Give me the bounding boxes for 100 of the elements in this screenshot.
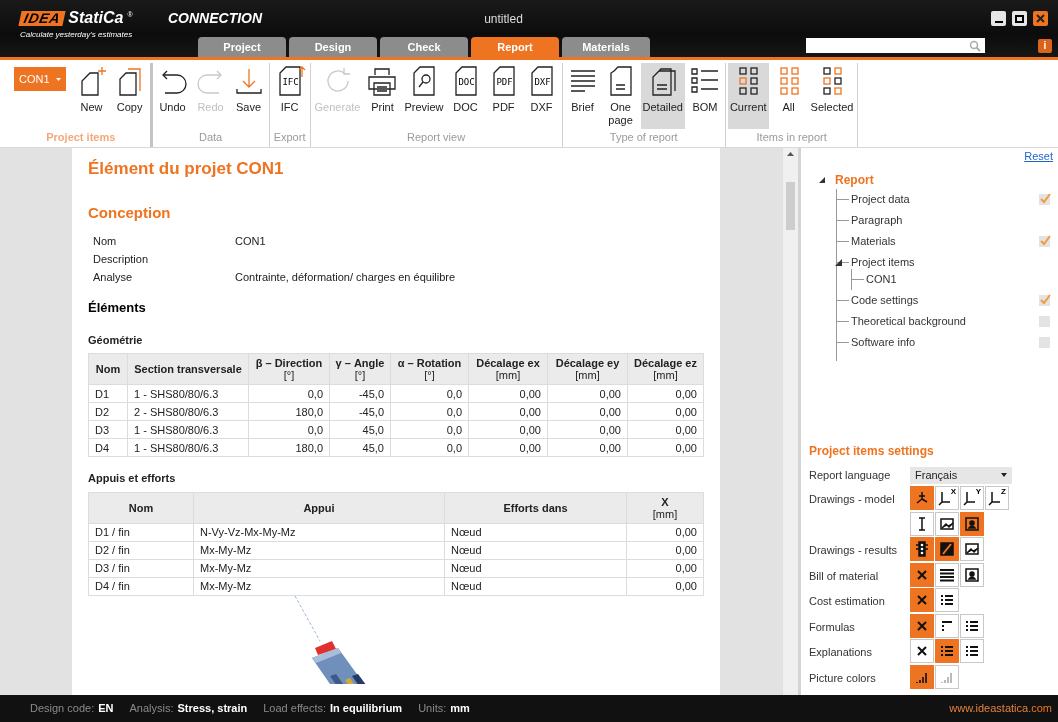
- portrait-icon: [964, 515, 980, 532]
- option-button[interactable]: [910, 537, 934, 562]
- model-view-icon: [914, 490, 930, 507]
- checkbox[interactable]: [1039, 336, 1050, 348]
- ribbon-button[interactable]: Print: [364, 63, 401, 114]
- table-cell: 0,00: [626, 559, 704, 577]
- table-cell: 1 - SHS80/80/6.3: [127, 384, 249, 403]
- section-heading: Conception: [88, 202, 172, 223]
- group-label: Project items: [45, 129, 117, 145]
- ribbon-button[interactable]: Brief: [564, 63, 601, 114]
- table-cell: 2 - SHS80/80/6.3: [127, 402, 249, 421]
- product-name: CONNECTION: [168, 9, 263, 28]
- ribbon-button[interactable]: New: [73, 63, 110, 114]
- ribbon-button[interactable]: Detailed: [640, 63, 685, 129]
- table-cell: Nœud: [444, 523, 627, 541]
- table-cell: 1 - SHS80/80/6.3: [127, 438, 249, 457]
- checkbox[interactable]: [1039, 315, 1050, 327]
- table-cell: -45,0: [329, 402, 391, 421]
- tree-item[interactable]: Project data: [851, 190, 910, 208]
- table-cell: 0,00: [468, 438, 548, 457]
- ribbon-button[interactable]: IFC IFC: [271, 63, 308, 114]
- search-field[interactable]: [806, 38, 985, 53]
- table-cell: D2: [88, 402, 128, 421]
- option-button[interactable]: [910, 486, 934, 511]
- setting-label: Picture colors: [809, 671, 876, 684]
- ribbon-button[interactable]: Undo: [154, 63, 191, 114]
- status-value: In equilibrium: [330, 701, 403, 717]
- setting-label: Cost estimation: [809, 595, 885, 608]
- minimize-button[interactable]: [991, 11, 1006, 26]
- group-label: Items in report: [755, 130, 828, 145]
- option-button[interactable]: [960, 639, 984, 664]
- image-icon: [939, 515, 955, 532]
- tagline: Calculate yesterday's estimates: [20, 29, 134, 41]
- scrollbar[interactable]: [782, 148, 798, 695]
- setting-label: Drawings - model: [809, 493, 895, 506]
- option-button[interactable]: [960, 537, 984, 562]
- ribbon-button[interactable]: DOC DOC: [447, 63, 484, 114]
- tree-item[interactable]: Paragraph: [851, 211, 903, 229]
- scroll-up-icon[interactable]: [787, 152, 794, 156]
- expand-triangle-icon[interactable]: [819, 176, 825, 183]
- checkbox[interactable]: [1039, 294, 1050, 306]
- option-button[interactable]: [910, 588, 934, 613]
- option-button[interactable]: [960, 562, 984, 587]
- language-dropdown[interactable]: Français: [910, 466, 1012, 484]
- tree-item[interactable]: Software info: [851, 333, 916, 351]
- table-cell: 180,0: [248, 402, 330, 421]
- table-cell: 0,00: [626, 541, 704, 559]
- reset-link[interactable]: Reset: [1024, 148, 1053, 165]
- option-button[interactable]: [935, 613, 959, 638]
- close-button[interactable]: [1033, 11, 1048, 26]
- checkbox[interactable]: [1039, 235, 1050, 247]
- table-cell: 0,00: [547, 438, 628, 457]
- option-button[interactable]: [935, 639, 959, 664]
- website-link[interactable]: www.ideastatica.com: [949, 700, 1052, 717]
- option-button[interactable]: [935, 511, 959, 536]
- option-button[interactable]: [910, 613, 934, 638]
- option-button[interactable]: [910, 639, 934, 664]
- option-button[interactable]: [935, 562, 959, 587]
- table-cell: N-Vy-Vz-Mx-My-Mz: [193, 523, 445, 541]
- table-cell: 0,0: [390, 438, 469, 457]
- setting-label: Explanations: [809, 646, 872, 659]
- ribbon-button[interactable]: PDF PDF: [485, 63, 522, 114]
- table-cell: -45,0: [329, 384, 391, 403]
- logo-name: StatiCa: [68, 10, 124, 26]
- info-button[interactable]: i: [1038, 39, 1052, 53]
- table-cell: 0,00: [626, 523, 704, 541]
- ribbon-button[interactable]: Save: [230, 63, 267, 114]
- property-label: Analyse: [93, 269, 134, 285]
- scroll-thumb[interactable]: [786, 182, 795, 230]
- column-header: Efforts dans: [444, 492, 627, 523]
- status-label: Design code:: [30, 701, 95, 717]
- option-button[interactable]: [960, 511, 984, 536]
- table-cell: 0,0: [390, 420, 469, 439]
- tree-item[interactable]: Theoretical background: [851, 312, 966, 330]
- option-button[interactable]: [910, 562, 934, 587]
- ribbon-button[interactable]: Current: [727, 63, 769, 129]
- tree-item[interactable]: Project items: [851, 253, 915, 271]
- ribbon-button[interactable]: Selected: [808, 63, 856, 114]
- option-button[interactable]: [935, 537, 959, 562]
- ribbon-button[interactable]: One page: [602, 63, 639, 127]
- option-button[interactable]: [910, 511, 934, 536]
- tree-item[interactable]: Materials: [851, 232, 896, 250]
- table-title: Appuis et efforts: [88, 471, 177, 486]
- option-button[interactable]: [935, 588, 959, 613]
- ribbon-button[interactable]: BOM: [686, 63, 723, 114]
- table-cell: 180,0: [248, 438, 330, 457]
- option-button[interactable]: [910, 664, 934, 689]
- tree-item[interactable]: Code settings: [851, 291, 919, 309]
- setting-label: Drawings - results: [809, 544, 898, 557]
- table-cell: D1: [88, 384, 128, 403]
- ribbon-button[interactable]: DXF DXF: [523, 63, 560, 114]
- checkbox[interactable]: [1039, 193, 1050, 205]
- ribbon-button[interactable]: Preview: [402, 63, 446, 114]
- tree-item[interactable]: CON1: [866, 270, 897, 288]
- expand-triangle-icon[interactable]: [835, 258, 842, 266]
- ribbon-button[interactable]: Copy: [111, 63, 148, 114]
- option-button[interactable]: [960, 613, 984, 638]
- maximize-button[interactable]: [1012, 11, 1027, 26]
- setting-label: Bill of material: [809, 569, 879, 582]
- ribbon-button[interactable]: All: [770, 63, 807, 114]
